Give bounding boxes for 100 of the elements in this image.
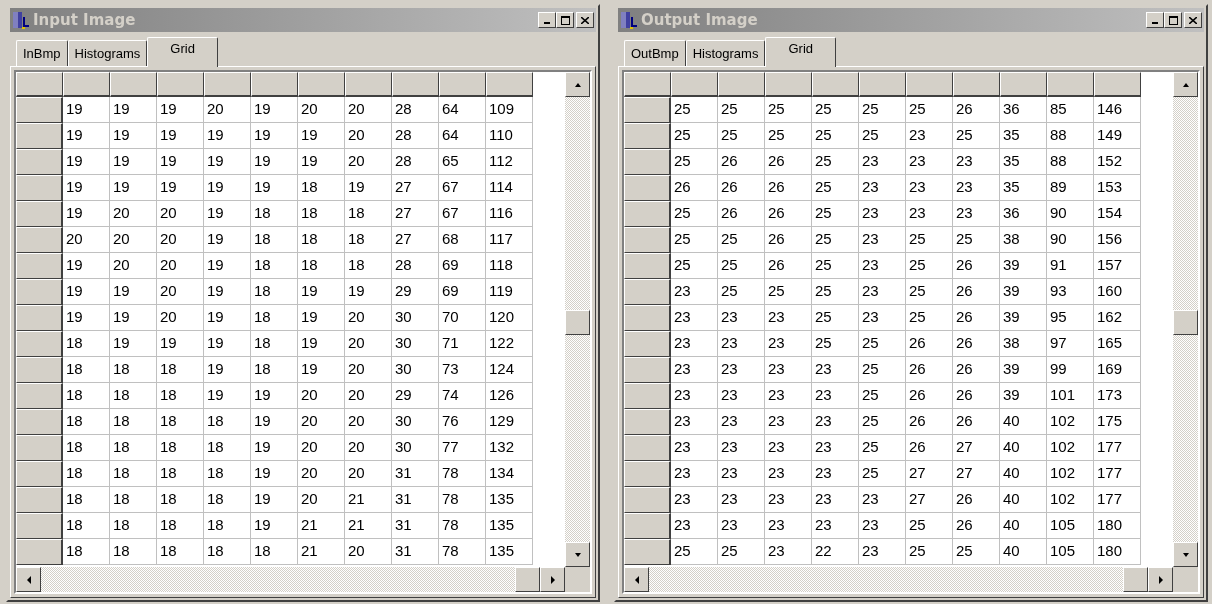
column-header[interactable] (298, 72, 345, 97)
scroll-thumb[interactable] (1123, 567, 1148, 592)
column-header[interactable] (63, 72, 110, 97)
row-header[interactable] (624, 201, 671, 227)
minimize-button[interactable] (538, 12, 556, 28)
table-cell: 26 (906, 383, 953, 409)
scroll-right-button[interactable] (540, 567, 565, 592)
row-header[interactable] (16, 175, 63, 201)
table-cell: 18 (204, 487, 251, 513)
column-header[interactable] (439, 72, 486, 97)
tab[interactable]: OutBmp (624, 40, 686, 66)
horizontal-scrollbar[interactable] (16, 567, 565, 592)
column-header[interactable] (16, 72, 63, 97)
column-header[interactable] (765, 72, 812, 97)
tab[interactable]: InBmp (16, 40, 68, 66)
tab[interactable]: Grid (765, 37, 836, 67)
row-header[interactable] (624, 253, 671, 279)
row-header[interactable] (624, 539, 671, 565)
scroll-down-button[interactable] (565, 542, 590, 567)
column-header[interactable] (392, 72, 439, 97)
scroll-left-button[interactable] (16, 567, 41, 592)
table-cell: 39 (1000, 357, 1047, 383)
close-button[interactable] (576, 12, 594, 28)
maximize-button[interactable] (1164, 12, 1182, 28)
row-header[interactable] (16, 539, 63, 565)
row-header[interactable] (16, 461, 63, 487)
column-header[interactable] (906, 72, 953, 97)
row-header[interactable] (624, 227, 671, 253)
horizontal-scrollbar[interactable] (624, 567, 1173, 592)
row-header[interactable] (16, 149, 63, 175)
scroll-thumb[interactable] (565, 310, 590, 335)
vertical-scrollbar[interactable] (565, 72, 590, 567)
column-header[interactable] (157, 72, 204, 97)
column-header[interactable] (624, 72, 671, 97)
row-header[interactable] (16, 97, 63, 123)
row-header[interactable] (16, 305, 63, 331)
table-cell: 101 (1047, 383, 1094, 409)
row-header[interactable] (16, 201, 63, 227)
row-header[interactable] (624, 149, 671, 175)
table-cell: 26 (765, 227, 812, 253)
column-header[interactable] (1047, 72, 1094, 97)
table-cell: 23 (671, 305, 718, 331)
tab[interactable]: Grid (147, 37, 218, 67)
row-header[interactable] (16, 331, 63, 357)
row-header[interactable] (16, 487, 63, 513)
table-cell: 70 (439, 305, 486, 331)
scroll-left-button[interactable] (624, 567, 649, 592)
column-header[interactable] (204, 72, 251, 97)
scroll-right-button[interactable] (1148, 567, 1173, 592)
row-header[interactable] (16, 513, 63, 539)
row-header[interactable] (624, 435, 671, 461)
column-header[interactable] (953, 72, 1000, 97)
tab[interactable]: Histograms (67, 40, 148, 66)
column-header[interactable] (486, 72, 533, 97)
row-header[interactable] (16, 435, 63, 461)
table-cell: 23 (718, 409, 765, 435)
table-cell: 23 (953, 201, 1000, 227)
minimize-button[interactable] (1146, 12, 1164, 28)
table-cell: 23 (906, 123, 953, 149)
column-header[interactable] (345, 72, 392, 97)
row-header[interactable] (624, 123, 671, 149)
table-cell: 18 (63, 383, 110, 409)
row-header[interactable] (16, 409, 63, 435)
column-header[interactable] (251, 72, 298, 97)
row-header[interactable] (624, 305, 671, 331)
row-header[interactable] (16, 357, 63, 383)
row-header[interactable] (624, 461, 671, 487)
row-header[interactable] (624, 331, 671, 357)
row-header[interactable] (624, 409, 671, 435)
row-header[interactable] (624, 513, 671, 539)
vertical-scrollbar[interactable] (1173, 72, 1198, 567)
scroll-down-button[interactable] (1173, 542, 1198, 567)
tab[interactable]: Histograms (685, 40, 766, 66)
column-header[interactable] (859, 72, 906, 97)
scroll-up-button[interactable] (1173, 72, 1198, 97)
row-header[interactable] (624, 487, 671, 513)
scroll-up-button[interactable] (565, 72, 590, 97)
row-header[interactable] (624, 97, 671, 123)
column-header[interactable] (671, 72, 718, 97)
row-header[interactable] (16, 383, 63, 409)
row-header[interactable] (624, 175, 671, 201)
column-header[interactable] (1094, 72, 1141, 97)
row-header[interactable] (624, 383, 671, 409)
row-header[interactable] (16, 123, 63, 149)
row-header[interactable] (16, 279, 63, 305)
column-header[interactable] (110, 72, 157, 97)
row-header[interactable] (624, 279, 671, 305)
row-header[interactable] (624, 357, 671, 383)
scroll-thumb[interactable] (1173, 310, 1198, 335)
table-cell: 99 (1047, 357, 1094, 383)
table-cell: 19 (204, 305, 251, 331)
column-header[interactable] (812, 72, 859, 97)
scroll-thumb[interactable] (515, 567, 540, 592)
column-header[interactable] (718, 72, 765, 97)
row-header[interactable] (16, 253, 63, 279)
table-cell: 25 (859, 435, 906, 461)
maximize-button[interactable] (556, 12, 574, 28)
row-header[interactable] (16, 227, 63, 253)
close-button[interactable] (1184, 12, 1202, 28)
column-header[interactable] (1000, 72, 1047, 97)
